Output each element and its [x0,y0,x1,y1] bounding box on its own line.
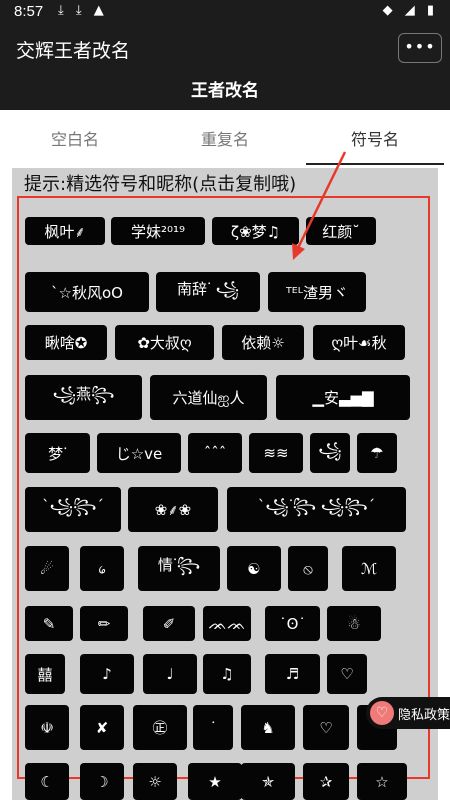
symbol-nickname-button[interactable]: ღ叶☙秋 [313,325,405,360]
symbol-nickname-button[interactable]: ♬ [265,654,320,694]
symbol-nickname-button[interactable]: 依赖☼ [222,325,304,360]
symbol-nickname-button[interactable]: ☽ [80,763,124,800]
symbol-nickname-button[interactable]: ꧁ [310,433,350,473]
symbol-nickname-button[interactable]: ✐ [143,606,195,641]
symbol-nickname-button[interactable]: ✏ [80,606,128,641]
symbol-nickname-button[interactable]: ♪ [80,654,134,694]
symbol-nickname-button[interactable]: ✎ [25,606,73,641]
symbol-nickname-button[interactable]: ˋ꧁꧂ˊ [25,487,121,532]
symbol-nickname-button[interactable]: ☆ [357,763,407,800]
symbol-nickname-button[interactable]: ✘ [80,705,124,750]
symbol-nickname-button[interactable]: 情ᐝ꧂ [138,546,220,591]
tab-repeat-name[interactable]: 重复名 [155,126,295,150]
symbol-nickname-button[interactable]: 囍 [25,654,65,694]
symbol-nickname-button[interactable]: 枫叶⸙ [25,217,105,245]
symbol-nickname-button[interactable]: 学妹²⁰¹⁹ [111,217,205,245]
symbol-nickname-button[interactable]: ☄ [25,546,69,591]
symbol-nickname-button[interactable]: ✿大叔ღ [115,325,214,360]
notification-icons: ⤓ ⤓ ▲ [58,3,108,18]
symbol-nickname-button[interactable]: ★ [188,763,242,800]
status-time: 8:57 [14,3,44,20]
hint-text: 提示:精选符号和昵称(点击复制哦) [24,174,297,195]
tab-bar: 空白名 重复名 符号名 [0,110,450,166]
symbol-nickname-button[interactable]: ℳ [342,546,396,591]
symbol-nickname-button[interactable]: ᵀᴱᴸ渣男ヾ [268,272,366,312]
page-header: 王者改名 [0,72,450,110]
status-bar: 8:57 ⤓ ⤓ ▲ ◆ ◢ ▮ [0,0,450,24]
symbol-nickname-button[interactable]: ⦸ [288,546,328,591]
symbol-nickname-button[interactable]: 瞅啥✪ [25,325,107,360]
heart-icon: ♡ [370,701,394,725]
symbol-nickname-button[interactable]: ☂ [357,433,397,473]
symbol-nickname-button[interactable]: ☯ [227,546,281,591]
symbol-nickname-button[interactable]: ᥀ [80,546,124,591]
symbol-nickname-button[interactable]: ♫ [203,654,251,694]
symbol-nickname-button[interactable]: ♞ [241,705,295,750]
tab-symbol-name[interactable]: 符号名 [305,126,445,150]
symbol-nickname-button[interactable]: ♩ [143,654,197,694]
symbol-nickname-button[interactable]: ㊣ [133,705,187,750]
active-tab-indicator [306,163,444,165]
symbol-nickname-button[interactable]: ☫ [25,705,69,750]
symbol-nickname-button[interactable]: ✯ [241,763,295,800]
tab-blank-name[interactable]: 空白名 [5,126,145,150]
symbol-nickname-button[interactable]: ☃ [327,606,381,641]
symbol-nickname-button[interactable]: ♡ [327,654,367,694]
symbol-nickname-button[interactable]: 梦ᐝ [25,433,90,473]
symbol-nickname-button[interactable]: 南辞ᐝ ꧁ [156,272,260,312]
symbol-nickname-button[interactable]: ˋ☆秋风oO [25,272,149,312]
symbol-nickname-button[interactable]: ✰ [303,763,349,800]
symbol-nickname-button[interactable]: ᨏᨏ [203,606,251,641]
symbol-nickname-button[interactable]: じ☆ve [97,433,181,473]
privacy-label: 隐私政策 [398,707,450,723]
symbol-nickname-button[interactable]: ˙ʘ˙ [265,606,320,641]
symbol-nickname-button[interactable]: ▁安▃▅▇ [276,375,410,420]
symbol-nickname-button[interactable]: ˋ꧁ᐝ꧂ ꧁꧂ˊ [227,487,406,532]
symbol-nickname-button[interactable]: ζ❀梦♫ [212,217,299,245]
symbol-nickname-button[interactable]: ꧁燕꧂ [25,375,142,420]
symbol-nickname-button[interactable]: ˆˆˆ [188,433,242,473]
symbol-nickname-button[interactable]: 六道仙ஐ人 [150,375,267,420]
app-title: 交辉王者改名 [16,40,131,62]
system-icons: ◆ ◢ ▮ [382,3,438,18]
symbol-nickname-button[interactable]: ᐝ [193,705,233,750]
symbol-nickname-button[interactable]: ≋≋ [249,433,303,473]
symbol-nickname-button[interactable]: ☼ [133,763,177,800]
symbol-nickname-button[interactable]: ♡ [303,705,349,750]
app-header: 交辉王者改名 ••• [0,24,450,72]
symbol-nickname-button[interactable]: ❀⸙❀ [128,487,218,532]
symbol-nickname-button[interactable]: ☾ [25,763,69,800]
page-title: 王者改名 [191,81,259,101]
more-menu-button[interactable]: ••• [398,33,442,63]
symbol-nickname-button[interactable]: 红颜˘ [306,217,376,245]
privacy-policy-button[interactable]: ♡ 隐私政策 [366,697,450,729]
